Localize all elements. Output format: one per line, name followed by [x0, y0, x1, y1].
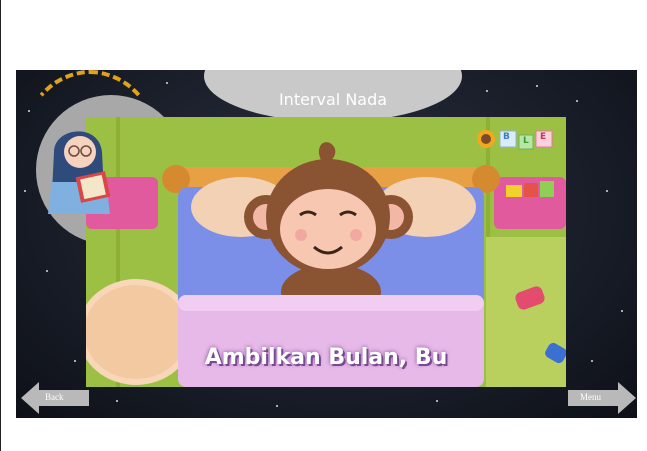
menu-button[interactable]: Menu: [566, 380, 636, 416]
star: [486, 90, 488, 92]
arrow-right-icon: [568, 382, 636, 414]
window-edge: [0, 0, 1, 451]
star: [276, 405, 278, 407]
logo-letter: B: [503, 132, 510, 142]
star: [576, 100, 578, 102]
back-button[interactable]: Back: [21, 380, 91, 416]
star: [74, 360, 76, 362]
star: [591, 360, 593, 362]
space-background: Interval Nada B L E Ambilkan Bulan, Bu B…: [16, 70, 637, 418]
girl-reading-icon: [48, 131, 111, 214]
back-label: Back: [45, 392, 64, 402]
logo-letter: E: [540, 132, 547, 142]
star: [46, 270, 48, 272]
video-frame: B L E Ambilkan Bulan, Bu: [86, 117, 566, 387]
star: [166, 82, 168, 84]
star: [621, 310, 623, 312]
star: [436, 400, 438, 402]
logo-letter: L: [523, 136, 529, 146]
page-title: Interval Nada: [278, 90, 388, 109]
video-caption: Ambilkan Bulan, Bu: [204, 345, 448, 370]
star: [116, 400, 118, 402]
menu-label: Menu: [580, 392, 601, 402]
star: [606, 190, 608, 192]
star: [536, 85, 538, 87]
